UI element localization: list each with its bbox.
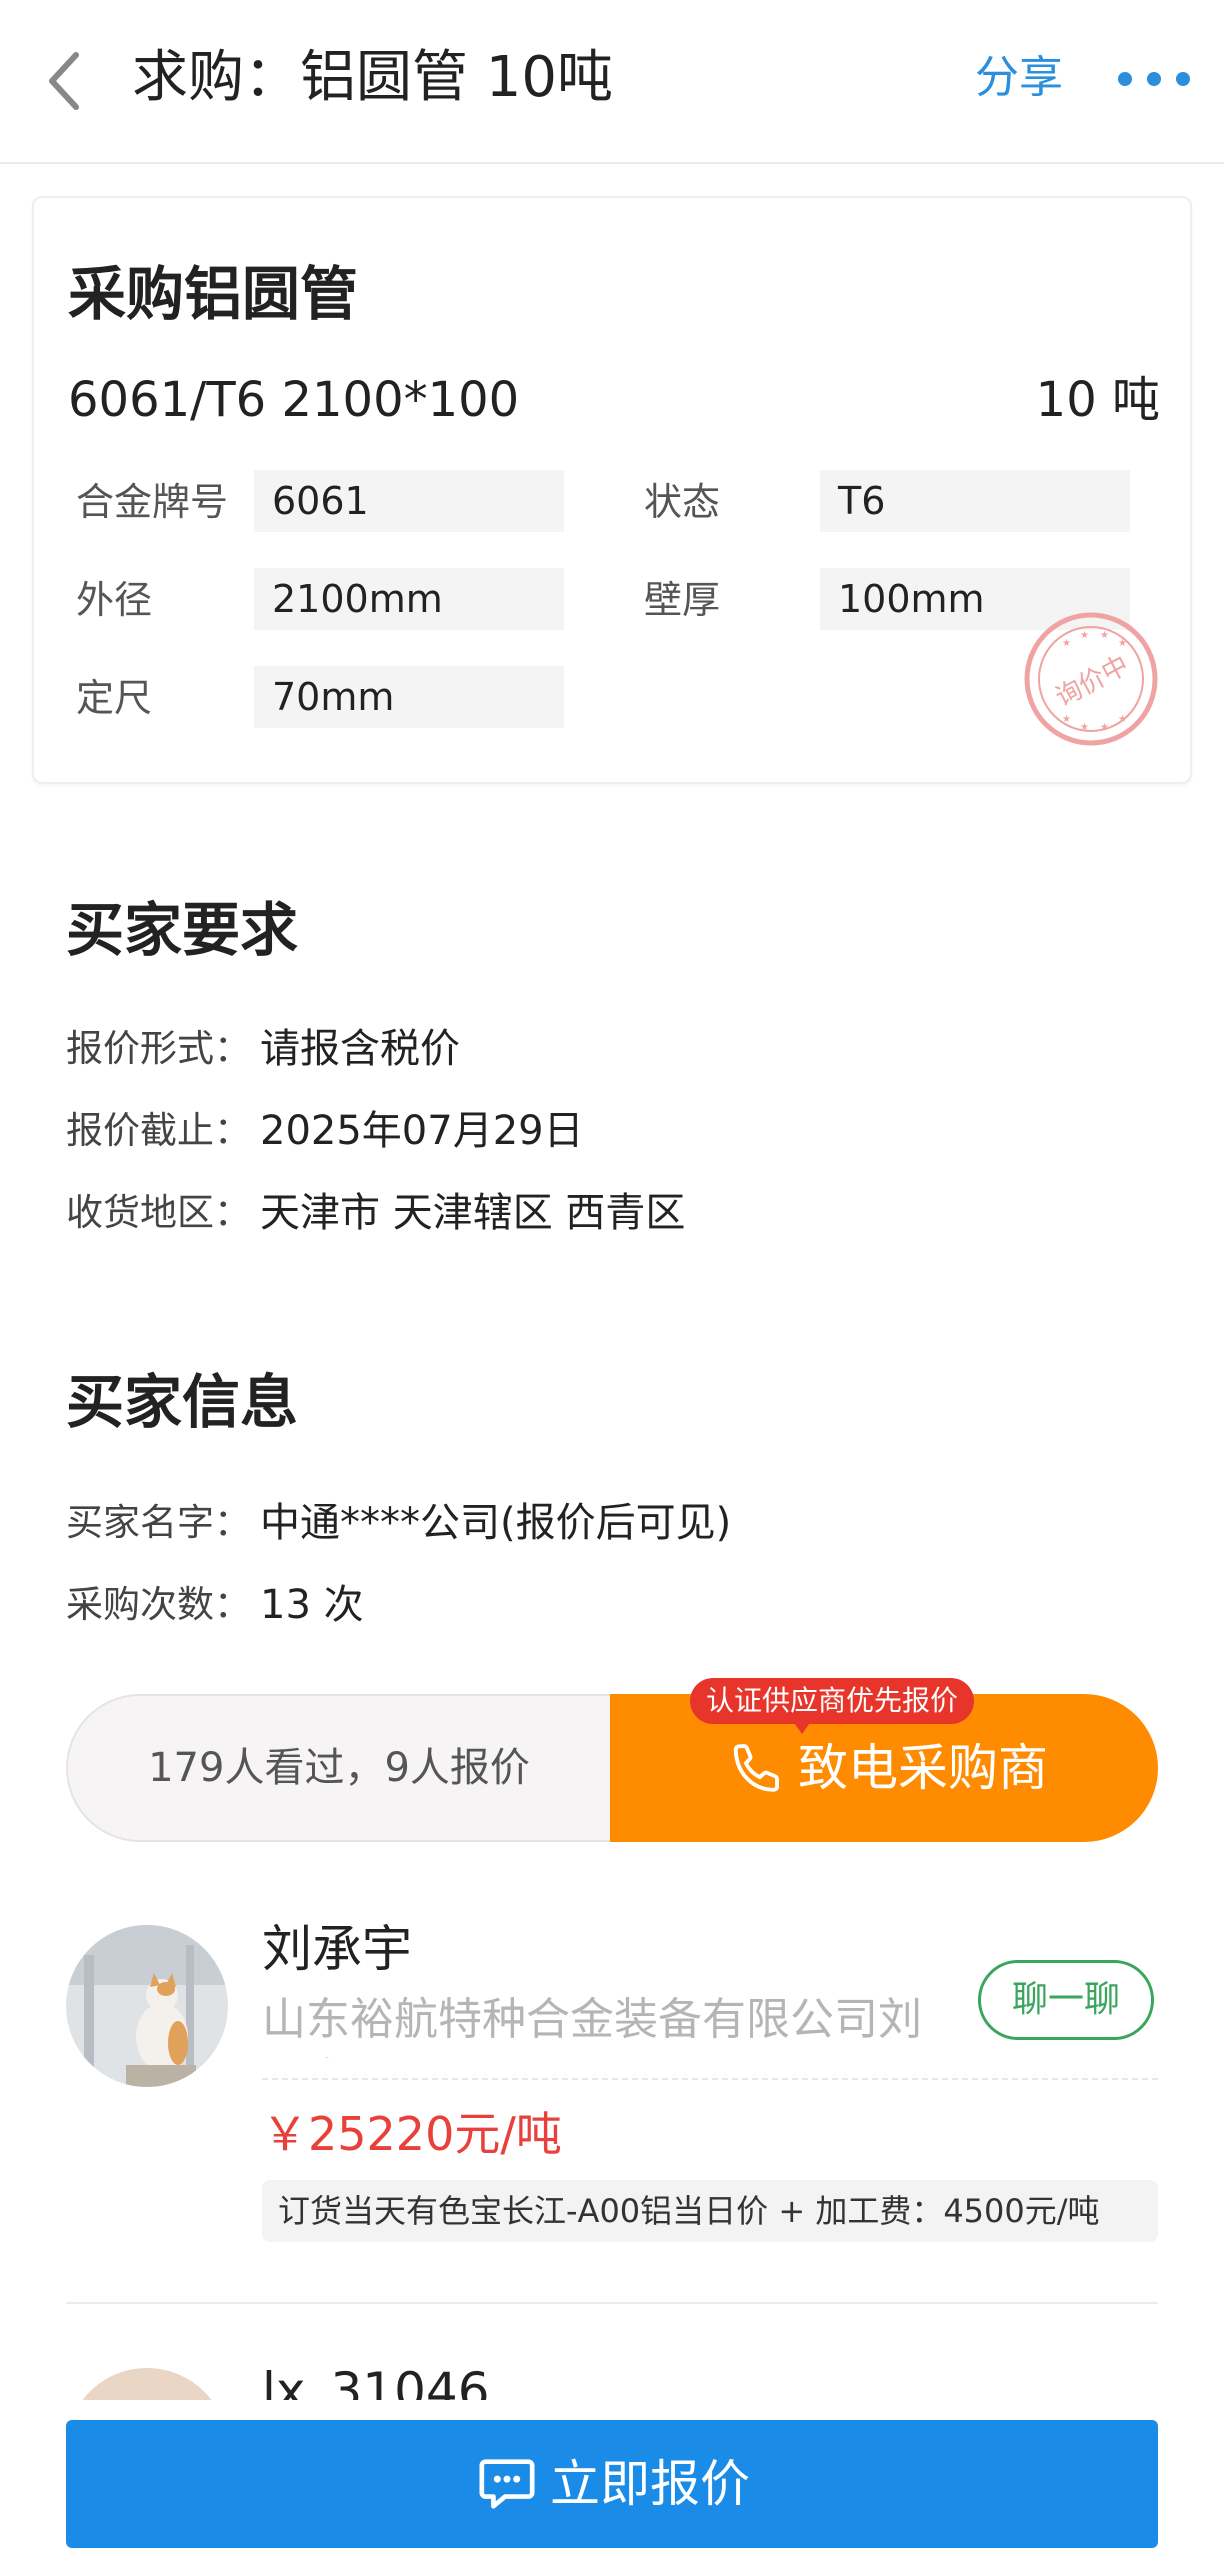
buyer-name-label: 买家名字： [66,1501,251,1544]
attr-label-wall-thickness: 壁厚 [644,578,721,622]
svg-text:询价中: 询价中 [1051,650,1134,713]
deadline-label: 报价截止： [66,1109,251,1152]
avatar [66,2368,228,2400]
svg-text:★: ★ [1080,722,1089,733]
requirements-title: 买家要求 [66,896,299,964]
share-button[interactable]: 分享 [975,48,1063,108]
svg-text:★: ★ [1118,638,1127,649]
attr-label-outer-diameter: 外径 [76,578,153,622]
attr-value-temper: T6 [820,470,1130,532]
attr-value-alloy: 6061 [254,470,564,532]
phone-icon [733,1744,779,1792]
inquiry-stamp-icon: 询价中 ★ ★ ★ ★ ★ ★ ★ ★ [1024,612,1158,746]
quote-type-label: 报价形式： [66,1027,251,1070]
certified-supplier-badge: 认证供应商优先报价 [690,1678,975,1724]
purchase-count-label: 采购次数： [66,1583,251,1626]
attr-label-alloy: 合金牌号 [76,480,229,524]
quoter-name: lx_31046 [262,2362,490,2400]
svg-text:★: ★ [1062,714,1071,725]
badge-pointer [792,1720,812,1734]
submit-quote-button[interactable]: 立即报价 [66,2420,1158,2548]
svg-text:★: ★ [1118,714,1127,725]
svg-text:★: ★ [1100,630,1109,641]
quoter-company: 山东裕航特种合金装备有限公司刘承宇 [262,1994,922,2058]
delivery-area-label: 收货地区： [66,1191,251,1234]
quote-note: 订货当天有色宝长江-A00铝当日价 + 加工费：4500元/吨 [262,2180,1158,2242]
product-title: 采购铝圆管 [68,260,359,328]
attr-label-fixed-length: 定尺 [76,676,153,720]
buyer-name-value: 中通****公司(报价后可见) [260,1500,732,1546]
top-nav-bar: 求购：铝圆管 10吨 分享 [0,0,1224,164]
product-quantity: 10 吨 [1035,372,1160,428]
product-card: 采购铝圆管 6061/T6 2100*100 10 吨 合金牌号 6061 状态… [32,196,1192,784]
purchase-count-value: 13 次 [260,1582,364,1628]
dashed-divider [262,2078,1158,2080]
list-divider [66,2302,1158,2304]
list-item[interactable]: lx_31046 [0,2320,1224,2400]
action-bar: 179人看过，9人报价 致电采购商 [66,1694,1158,1842]
quote-price: ￥25220元/吨 [262,2107,562,2161]
more-options-icon[interactable] [1118,64,1190,94]
svg-text:★: ★ [1100,722,1109,733]
svg-text:★: ★ [1080,630,1089,641]
deadline-value: 2025年07月29日 [260,1108,584,1154]
submit-quote-label: 立即报价 [550,2455,750,2513]
attr-value-outer-diameter: 2100mm [254,568,564,630]
attr-label-temper: 状态 [644,480,721,524]
buyer-info-title: 买家信息 [66,1368,299,1436]
product-spec: 6061/T6 2100*100 [68,372,520,428]
avatar[interactable] [66,1925,228,2087]
delivery-area-value: 天津市 天津辖区 西青区 [260,1190,686,1236]
chat-button[interactable]: 聊一聊 [978,1960,1154,2040]
attr-value-fixed-length: 70mm [254,666,564,728]
back-arrow-icon[interactable] [40,45,88,117]
chat-bubble-icon [479,2459,535,2509]
quote-type-value: 请报含税价 [260,1026,460,1072]
views-quotes-count: 179人看过，9人报价 [66,1694,610,1842]
svg-text:★: ★ [1062,638,1071,649]
avatar-cat-photo [66,1925,228,2087]
call-buyer-label: 致电采购商 [798,1739,1048,1797]
quoter-name: 刘承宇 [262,1920,412,1978]
page-title: 求购：铝圆管 10吨 [132,45,614,110]
